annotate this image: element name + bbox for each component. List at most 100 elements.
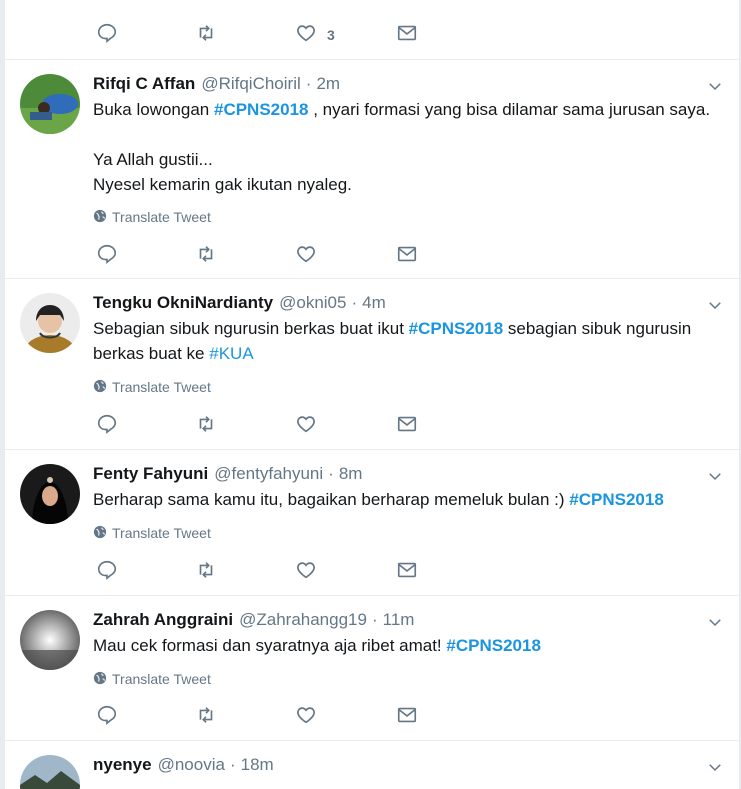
globe-icon <box>93 379 112 396</box>
hashtag-link[interactable]: #KUA <box>209 344 253 363</box>
chevron-down-icon[interactable] <box>705 757 725 777</box>
tweet-previous: 3 <box>5 0 739 60</box>
tweet[interactable]: Tengku OkniNardianty @okni05 · 4m Sebagi… <box>5 279 739 450</box>
chevron-down-icon[interactable] <box>705 612 725 632</box>
avatar[interactable] <box>20 293 80 353</box>
reply-icon <box>96 704 118 731</box>
tweet[interactable]: Rifqi C Affan @RifqiChoiril · 2m Buka lo… <box>5 60 739 279</box>
tweet-header: Tengku OkniNardianty @okni05 · 4m <box>93 293 386 313</box>
user-handle[interactable]: @fentyfahyuni <box>214 464 323 484</box>
globe-icon <box>93 671 112 688</box>
like-button[interactable] <box>295 557 317 587</box>
tweet-header: nyenye @noovia · 18m <box>93 755 274 775</box>
message-button[interactable] <box>396 20 418 50</box>
retweet-button[interactable] <box>195 702 217 732</box>
like-icon <box>295 22 317 49</box>
reply-button[interactable] <box>96 20 118 50</box>
like-count: 3 <box>327 27 335 43</box>
user-handle[interactable]: @Zahrahangg19 <box>239 610 367 630</box>
translate-tweet-link[interactable]: Translate Tweet <box>93 208 211 226</box>
like-icon <box>295 559 317 586</box>
message-button[interactable] <box>396 411 418 441</box>
display-name[interactable]: Tengku OkniNardianty <box>93 293 273 313</box>
message-button[interactable] <box>396 241 418 271</box>
tweet-header: Fenty Fahyuni @fentyfahyuni · 8m <box>93 464 363 484</box>
message-icon <box>396 704 418 731</box>
retweet-button[interactable] <box>195 557 217 587</box>
hashtag-link[interactable]: #CPNS2018 <box>409 319 504 338</box>
tweet[interactable]: Fenty Fahyuni @fentyfahyuni · 8m Berhara… <box>5 450 739 596</box>
tweet-actions <box>5 411 739 441</box>
reply-icon <box>96 22 118 49</box>
like-button[interactable] <box>295 241 317 271</box>
message-button[interactable] <box>396 557 418 587</box>
tweet-actions <box>5 557 739 587</box>
avatar[interactable] <box>20 610 80 670</box>
user-handle[interactable]: @okni05 <box>279 293 346 313</box>
reply-icon <box>96 243 118 270</box>
like-button[interactable] <box>295 702 317 732</box>
chevron-down-icon[interactable] <box>705 295 725 315</box>
hashtag-link[interactable]: #CPNS2018 <box>214 100 309 119</box>
like-button[interactable] <box>295 411 317 441</box>
tweet[interactable]: Zahrah Anggraini @Zahrahangg19 · 11m Mau… <box>5 596 739 741</box>
reply-icon <box>96 413 118 440</box>
tweet-text: Mau cek formasi dan syaratnya aja ribet … <box>93 636 541 655</box>
display-name[interactable]: Fenty Fahyuni <box>93 464 208 484</box>
hashtag-link[interactable]: #CPNS2018 <box>446 636 541 655</box>
chevron-down-icon[interactable] <box>705 76 725 96</box>
display-name[interactable]: nyenye <box>93 755 152 775</box>
timestamp[interactable]: 8m <box>339 464 363 484</box>
like-button[interactable]: 3 <box>295 20 335 50</box>
hashtag-link[interactable]: #CPNS2018 <box>569 490 664 509</box>
user-handle[interactable]: @noovia <box>158 755 225 775</box>
reply-icon <box>96 559 118 586</box>
reply-button[interactable] <box>96 702 118 732</box>
reply-button[interactable] <box>96 411 118 441</box>
tweet-actions <box>5 241 739 271</box>
retweet-button[interactable] <box>195 411 217 441</box>
like-icon <box>295 704 317 731</box>
tweet-header: Zahrah Anggraini @Zahrahangg19 · 11m <box>93 610 415 630</box>
translate-tweet-link[interactable]: Translate Tweet <box>93 524 211 542</box>
tweet-actions <box>5 702 739 732</box>
tweet-text: Sebagian sibuk ngurusin berkas buat ikut… <box>93 319 692 363</box>
timeline: 3 Rifqi C Affan @RifqiChoiril · 2m Buka … <box>5 0 739 789</box>
message-icon <box>396 559 418 586</box>
retweet-button[interactable] <box>195 241 217 271</box>
avatar[interactable] <box>20 464 80 524</box>
tweet-text: Buka lowongan #CPNS2018 , nyari formasi … <box>93 100 711 194</box>
tweet[interactable]: nyenye @noovia · 18m <box>5 741 739 789</box>
tweet-header: Rifqi C Affan @RifqiChoiril · 2m <box>93 74 341 94</box>
globe-icon <box>93 525 112 542</box>
timestamp[interactable]: 2m <box>316 74 340 94</box>
globe-icon <box>93 209 112 226</box>
retweet-icon <box>195 243 217 270</box>
message-icon <box>396 22 418 49</box>
retweet-button[interactable] <box>195 20 217 50</box>
retweet-icon <box>195 559 217 586</box>
message-icon <box>396 413 418 440</box>
retweet-icon <box>195 704 217 731</box>
tweet-actions: 3 <box>5 20 739 50</box>
timestamp[interactable]: 4m <box>362 293 386 313</box>
timestamp[interactable]: 18m <box>241 755 274 775</box>
retweet-icon <box>195 22 217 49</box>
reply-button[interactable] <box>96 241 118 271</box>
chevron-down-icon[interactable] <box>705 466 725 486</box>
like-icon <box>295 243 317 270</box>
avatar[interactable] <box>20 755 80 789</box>
user-handle[interactable]: @RifqiChoiril <box>201 74 300 94</box>
display-name[interactable]: Rifqi C Affan <box>93 74 195 94</box>
display-name[interactable]: Zahrah Anggraini <box>93 610 233 630</box>
message-icon <box>396 243 418 270</box>
retweet-icon <box>195 413 217 440</box>
reply-button[interactable] <box>96 557 118 587</box>
message-button[interactable] <box>396 702 418 732</box>
translate-tweet-link[interactable]: Translate Tweet <box>93 378 211 396</box>
tweet-text: Berharap sama kamu itu, bagaikan berhara… <box>93 490 664 509</box>
translate-tweet-link[interactable]: Translate Tweet <box>93 670 211 688</box>
avatar[interactable] <box>20 74 80 134</box>
timestamp[interactable]: 11m <box>383 610 415 630</box>
like-icon <box>295 413 317 440</box>
